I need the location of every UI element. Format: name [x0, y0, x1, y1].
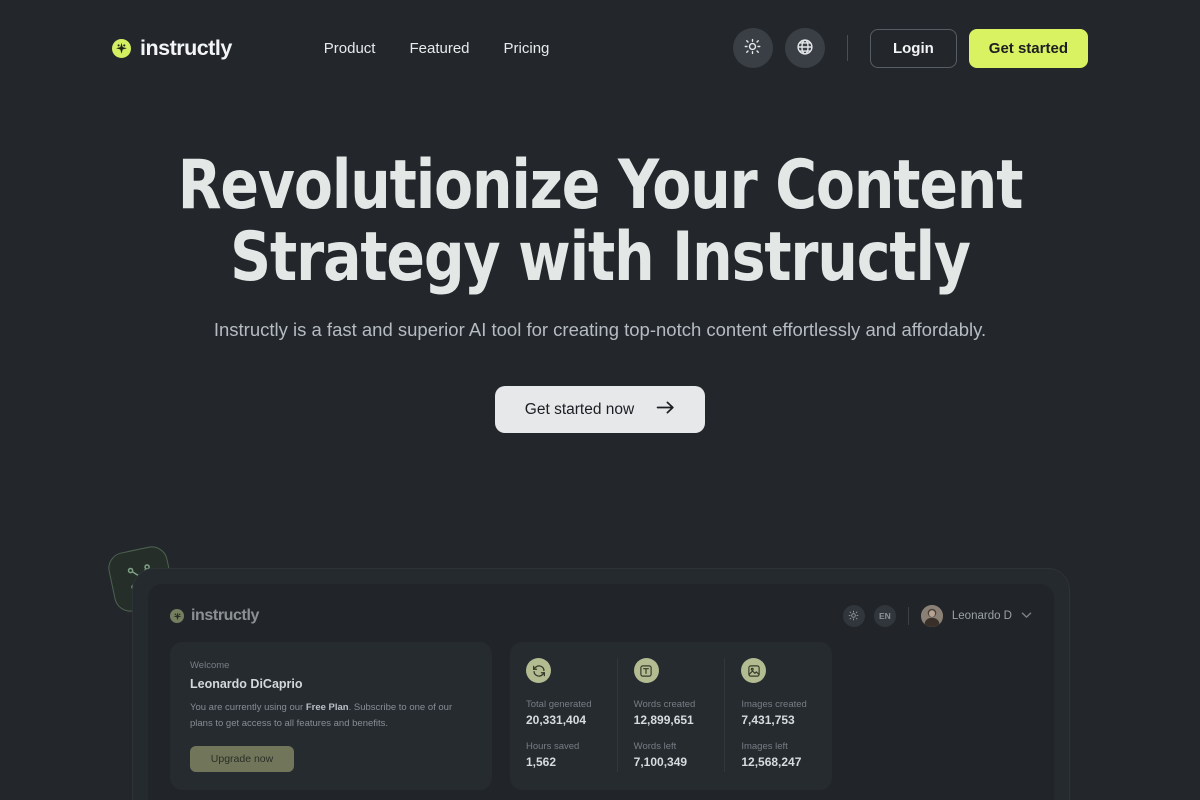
plan-description: You are currently using our Free Plan. S… — [190, 700, 472, 732]
nav-actions: Login Get started — [732, 28, 1088, 68]
dashboard-brand: instructly — [170, 607, 259, 625]
sun-icon — [848, 610, 859, 623]
hero-subtitle: Instructly is a fast and superior AI too… — [213, 319, 987, 340]
stat-label-secondary: Words left — [633, 741, 677, 752]
hero-section: Revolutionize Your Content Strategy with… — [0, 150, 1200, 433]
sparkle-icon — [170, 609, 184, 623]
dashboard-header-actions: EN Leonardo D — [842, 605, 1032, 627]
stat-label-secondary: Images left — [741, 741, 788, 752]
sparkle-icon — [112, 38, 131, 58]
image-icon — [741, 658, 767, 683]
get-started-button[interactable]: Get started — [968, 28, 1088, 68]
stat-value: 12,899,651 — [633, 713, 694, 727]
language-button[interactable] — [784, 28, 825, 68]
dashboard-header-divider — [907, 607, 909, 625]
upgrade-now-button[interactable]: Upgrade now — [190, 746, 294, 772]
stat-column-words-created: Words created 12,899,651 Words left 7,10… — [616, 658, 725, 772]
stat-value-secondary: 7,100,349 — [633, 755, 688, 769]
dashboard-body: Welcome Leonardo DiCaprio You are curren… — [148, 642, 1054, 790]
text-box-icon — [633, 658, 659, 683]
avatar[interactable] — [920, 605, 943, 627]
nav-divider — [846, 35, 848, 61]
brand-logo[interactable]: instructly — [112, 36, 232, 61]
stat-value-secondary: 1,562 — [526, 755, 557, 769]
chevron-down-icon[interactable] — [1021, 611, 1032, 622]
stat-column-total-generated: Total generated 20,331,404 Hours saved 1… — [510, 658, 617, 772]
stat-label: Total generated — [526, 699, 592, 710]
hero-get-started-button[interactable]: Get started now — [495, 386, 705, 433]
stat-column-images-created: Images created 7,431,753 Images left 12,… — [724, 658, 832, 772]
stat-label-secondary: Hours saved — [526, 741, 580, 752]
theme-toggle-button[interactable] — [732, 28, 773, 68]
login-button[interactable]: Login — [869, 28, 957, 68]
dashboard-header: instructly EN Leonardo D — [148, 590, 1054, 642]
plan-desc-before: You are currently using our — [190, 702, 306, 713]
welcome-card: Welcome Leonardo DiCaprio You are curren… — [170, 642, 492, 790]
dashboard-user-name: Leonardo D — [951, 610, 1012, 622]
dashboard-preview-frame: instructly EN Leonardo D Welcome Leonard… — [132, 568, 1070, 800]
navbar: instructly Product Featured Pricing Logi… — [0, 0, 1200, 96]
globe-icon — [796, 38, 814, 59]
hero-title-line2: Strategy with Instructly — [230, 218, 971, 297]
stats-card: Total generated 20,331,404 Hours saved 1… — [510, 642, 832, 790]
stat-value: 7,431,753 — [741, 713, 795, 727]
nav-link-product[interactable]: Product — [322, 36, 378, 61]
stat-value-secondary: 12,568,247 — [741, 755, 802, 769]
dashboard-language-badge[interactable]: EN — [873, 605, 896, 627]
dashboard-preview: instructly EN Leonardo D Welcome Leonard… — [148, 584, 1054, 800]
plan-name: Free Plan — [305, 702, 349, 713]
nav-link-pricing[interactable]: Pricing — [502, 36, 552, 61]
stat-value: 20,331,404 — [526, 713, 587, 727]
dashboard-theme-toggle[interactable] — [842, 605, 865, 627]
stat-label: Images created — [741, 699, 807, 710]
sun-icon — [744, 38, 761, 58]
nav-links: Product Featured Pricing — [322, 36, 552, 61]
arrow-right-icon — [656, 400, 675, 420]
nav-link-featured[interactable]: Featured — [407, 36, 471, 61]
dashboard-brand-name: instructly — [191, 607, 260, 624]
hero-title-line1: Revolutionize Your Content — [177, 146, 1024, 225]
welcome-label: Welcome — [190, 660, 230, 671]
hero-cta-label: Get started now — [524, 400, 635, 418]
stat-label: Words created — [633, 699, 696, 710]
refresh-icon — [526, 658, 551, 683]
landing-page: instructly Product Featured Pricing Logi… — [0, 0, 1200, 800]
welcome-user-name: Leonardo DiCaprio — [190, 677, 303, 691]
page-title: Revolutionize Your Content Strategy with… — [42, 150, 1158, 294]
brand-name: instructly — [140, 35, 232, 60]
